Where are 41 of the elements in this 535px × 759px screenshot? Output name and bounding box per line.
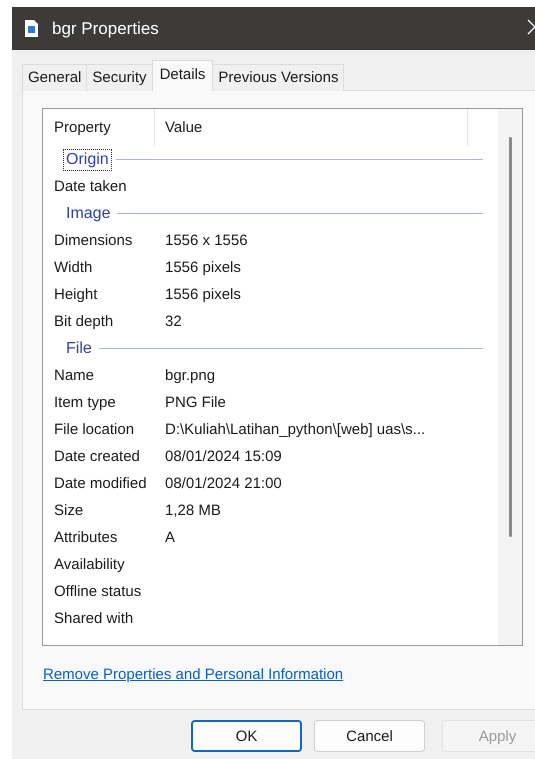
group-header[interactable]: File (63, 338, 95, 360)
property-name: Bit depth (54, 313, 114, 330)
property-name: Shared with (54, 610, 134, 627)
property-name: Height (54, 286, 98, 303)
property-name: Offline status (54, 583, 142, 600)
property-name: Date created (54, 448, 141, 465)
property-name: File location (54, 421, 136, 438)
image-file-icon (25, 20, 38, 37)
column-header[interactable]: Value (155, 109, 468, 146)
dialog-button[interactable]: OK (191, 720, 302, 752)
property-name: Size (54, 502, 84, 519)
property-value: D:\Kuliah\Latihan_python\[web] uas\s... (165, 421, 426, 438)
tab[interactable]: Previous Versions (212, 64, 344, 91)
property-name: Attributes (54, 529, 118, 546)
column-header[interactable]: Property (54, 109, 155, 146)
tab[interactable]: Security (86, 64, 153, 91)
property-name: Item type (54, 394, 117, 411)
property-name: Date modified (54, 475, 148, 492)
property-name: Date taken (54, 178, 128, 195)
property-name: Name (54, 367, 96, 384)
property-name: Width (54, 259, 94, 276)
property-value: 1556 pixels (165, 286, 241, 303)
property-value: PNG File (165, 394, 226, 411)
property-value: 1556 x 1556 (165, 232, 248, 249)
tab[interactable]: Details (152, 60, 214, 91)
property-value: bgr.png (165, 367, 216, 384)
property-value: 1556 pixels (165, 259, 241, 276)
property-name: Dimensions (54, 232, 134, 249)
tab[interactable]: General (22, 64, 88, 91)
group-header[interactable]: Origin (63, 148, 112, 170)
remove-properties-link[interactable]: Remove Properties and Personal Information (43, 666, 344, 683)
property-name: Availability (54, 556, 126, 573)
property-value: 08/01/2024 21:00 (165, 475, 282, 492)
property-value: 32 (165, 313, 182, 330)
property-value: 1,28 MB (165, 502, 221, 519)
property-value: 08/01/2024 15:09 (165, 448, 282, 465)
dialog-button[interactable]: Cancel (314, 720, 425, 752)
group-header[interactable]: Image (63, 202, 114, 224)
scrollbar[interactable] (498, 109, 522, 645)
property-value: A (165, 529, 176, 546)
window-title: bgr Properties (52, 18, 159, 38)
